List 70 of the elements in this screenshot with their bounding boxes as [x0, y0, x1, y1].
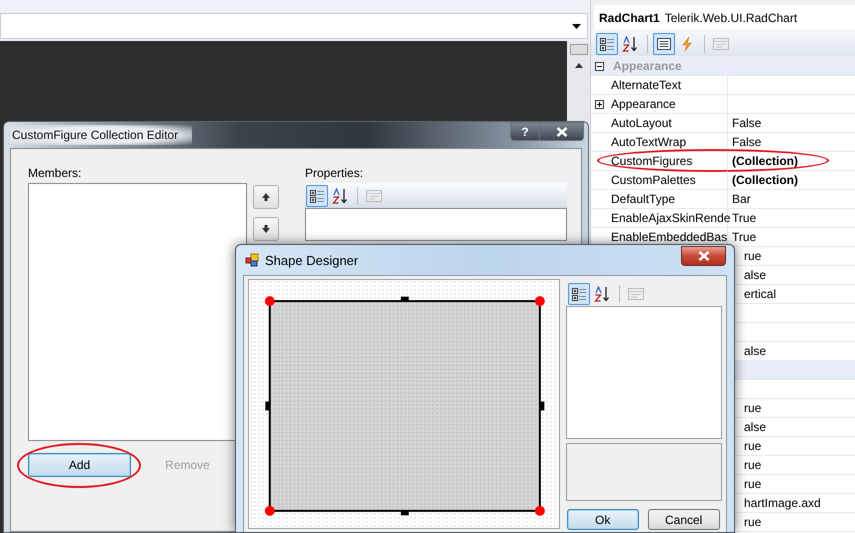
- ok-button[interactable]: Ok: [566, 509, 639, 530]
- toolbar-button[interactable]: [653, 32, 675, 54]
- close-icon: [556, 126, 568, 136]
- sort-arrow-icon: [594, 286, 610, 302]
- dropdown-field[interactable]: [0, 13, 588, 39]
- property-value[interactable]: rue: [744, 401, 762, 415]
- properties-label: Properties:: [305, 166, 364, 182]
- toolbar-button[interactable]: [596, 32, 618, 54]
- app-icon: [245, 253, 259, 267]
- property-grid[interactable]: [305, 208, 567, 241]
- property-value[interactable]: alse: [744, 420, 766, 434]
- property-name[interactable]: Appearance: [611, 98, 676, 110]
- property-name[interactable]: AutoLayout: [611, 117, 672, 129]
- property-value[interactable]: Bar: [732, 192, 751, 206]
- help-button[interactable]: ?: [510, 122, 540, 141]
- property-name[interactable]: AutoTextWrap: [611, 136, 686, 148]
- expand-icon[interactable]: [595, 100, 604, 108]
- property-name[interactable]: EnableEmbeddedBas: [611, 231, 728, 243]
- property-name[interactable]: EnableAjaxSkinRende: [611, 212, 730, 224]
- property-pages-icon: [626, 286, 645, 302]
- property-value[interactable]: (Collection): [732, 154, 798, 168]
- toolbar-button[interactable]: [568, 283, 590, 305]
- close-button[interactable]: [540, 122, 584, 141]
- scroll-thumb[interactable]: [570, 44, 588, 55]
- dropdown-caret-icon: [572, 24, 581, 28]
- property-value[interactable]: rue: [744, 439, 762, 453]
- move-up-button[interactable]: [253, 185, 279, 209]
- object-name: RadChart1: [599, 10, 660, 24]
- members-label: Members:: [28, 166, 82, 182]
- property-pages-icon: [365, 188, 383, 204]
- object-type: Telerik.Web.UI.RadChart: [664, 10, 798, 24]
- scroll-up-icon: [574, 63, 582, 68]
- property-name[interactable]: DefaultType: [611, 193, 676, 205]
- window-title: CustomFigure Collection Editor: [10, 125, 192, 145]
- property-value[interactable]: rue: [744, 458, 762, 472]
- property-value[interactable]: (Collection): [732, 173, 798, 187]
- property-value[interactable]: False: [732, 135, 762, 149]
- scrollbar[interactable]: [567, 41, 590, 122]
- property-value[interactable]: ertical: [744, 287, 776, 301]
- property-value[interactable]: True: [732, 211, 756, 225]
- list-icon: [656, 36, 672, 52]
- close-button[interactable]: [681, 246, 726, 266]
- rectangle-shape-drawing[interactable]: [264, 296, 545, 516]
- sort-arrow-icon: [332, 188, 348, 204]
- property-value[interactable]: False: [732, 116, 762, 130]
- property-name[interactable]: CustomPalettes: [611, 174, 696, 186]
- move-down-button[interactable]: [253, 217, 279, 241]
- property-value[interactable]: rue: [744, 249, 762, 263]
- property-value[interactable]: True: [732, 230, 756, 244]
- design-canvas[interactable]: [248, 279, 560, 529]
- add-button[interactable]: Add: [28, 453, 131, 477]
- collapse-icon[interactable]: [595, 62, 604, 70]
- property-value[interactable]: hartImage.axd: [744, 496, 821, 510]
- property-value[interactable]: alse: [744, 344, 766, 358]
- categorized-icon: [309, 188, 325, 204]
- property-pages-icon: [712, 36, 730, 52]
- categorized-icon: [599, 36, 615, 52]
- property-value[interactable]: rue: [744, 515, 762, 529]
- close-icon: [698, 251, 710, 261]
- arrow-down-icon: [261, 224, 271, 234]
- property-value[interactable]: alse: [744, 268, 766, 282]
- property-name[interactable]: CustomFigures: [611, 155, 692, 167]
- arrow-up-icon: [261, 192, 271, 202]
- toolbar-button[interactable]: [306, 184, 328, 206]
- cancel-button[interactable]: Cancel: [648, 509, 720, 530]
- categorized-icon: [570, 286, 587, 302]
- window-title: Shape Designer: [265, 252, 358, 268]
- property-value[interactable]: rue: [744, 477, 762, 491]
- sort-arrow-icon: [622, 36, 638, 52]
- property-name[interactable]: AlternateText: [611, 79, 682, 91]
